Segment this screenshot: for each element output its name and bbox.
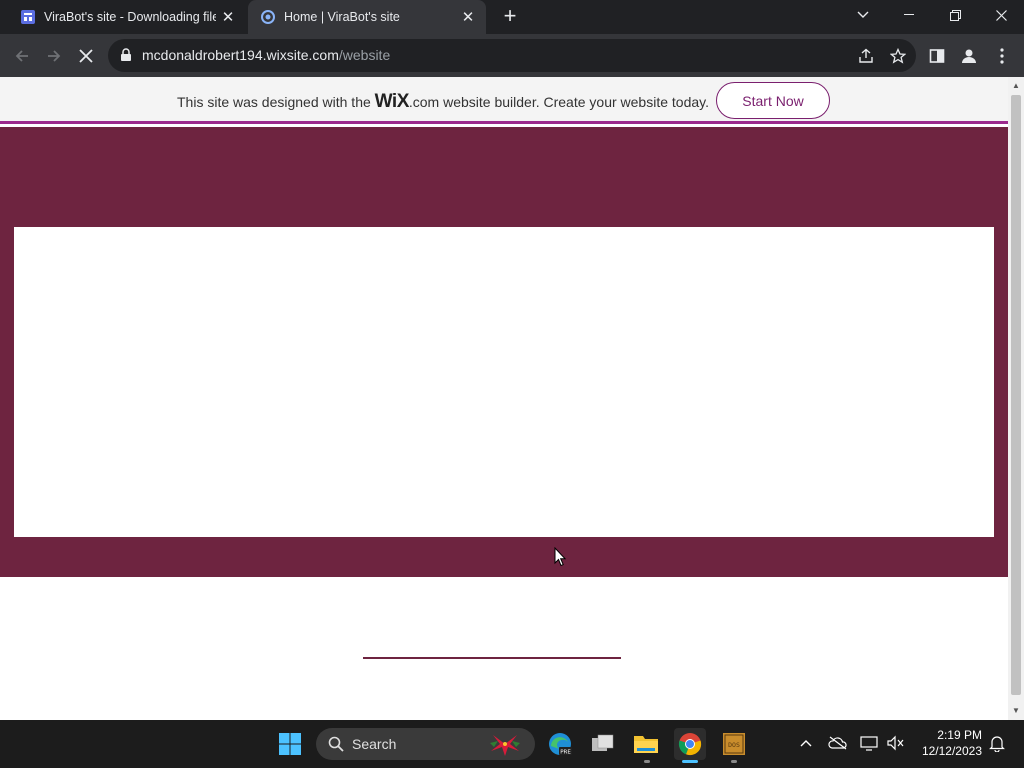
screen: ViraBot's site - Downloading file ✕ Home… — [0, 0, 1024, 768]
close-tab-icon[interactable]: ✕ — [216, 5, 240, 29]
browser-toolbar: mcdonaldrobert194.wixsite.com/website — [0, 34, 1024, 77]
restore-button[interactable] — [932, 0, 978, 30]
page-scrollbar[interactable]: ▲ ▼ — [1008, 77, 1024, 720]
profile-icon[interactable] — [959, 46, 979, 66]
scroll-down-icon[interactable]: ▼ — [1012, 707, 1020, 715]
scrollbar-thumb[interactable] — [1011, 95, 1021, 695]
web-content: This site was designed with the WiX.com … — [0, 77, 1008, 720]
windows-taskbar: Search PRE DOS 2:19 PM 12/12/2023 — [0, 720, 1024, 768]
start-button[interactable] — [274, 728, 306, 760]
task-view-icon[interactable] — [587, 728, 619, 760]
chrome-icon[interactable] — [674, 728, 706, 760]
menu-kebab-icon[interactable] — [992, 46, 1012, 66]
search-label: Search — [352, 736, 397, 752]
dosbox-running-indicator — [731, 760, 737, 763]
mouse-cursor-icon — [554, 546, 567, 572]
address-bar[interactable]: mcdonaldrobert194.wixsite.com/website — [108, 39, 916, 72]
close-window-button[interactable] — [978, 0, 1024, 30]
volume-muted-icon[interactable] — [884, 732, 906, 754]
clock-time: 2:19 PM — [937, 728, 982, 742]
banner-text-end: .com website builder. Create your websit… — [408, 94, 709, 110]
taskbar-search[interactable]: Search — [316, 728, 535, 760]
svg-text:DOS: DOS — [728, 741, 740, 749]
clock-date: 12/12/2023 — [921, 744, 982, 758]
new-tab-button[interactable]: + — [498, 5, 522, 29]
tab-title: Home | ViraBot's site — [284, 10, 400, 24]
show-hidden-icons-chevron-icon[interactable] — [795, 732, 817, 754]
share-icon[interactable] — [857, 47, 875, 65]
section-divider — [363, 657, 621, 659]
tab-home[interactable]: Home | ViraBot's site ✕ — [248, 0, 486, 34]
svg-text:PRE: PRE — [560, 750, 571, 756]
explorer-running-indicator — [644, 760, 650, 763]
system-clock[interactable]: 2:19 PM 12/12/2023 — [914, 727, 982, 759]
lock-icon — [120, 48, 132, 67]
loading-favicon-icon — [260, 9, 276, 25]
stop-loading-button[interactable] — [72, 42, 100, 70]
tab-strip: ViraBot's site - Downloading file ✕ Home… — [0, 0, 1024, 34]
wix-banner: This site was designed with the WiX.com … — [0, 77, 1008, 124]
minimize-button[interactable] — [886, 0, 932, 30]
file-explorer-icon[interactable] — [630, 728, 662, 760]
wix-logo: WiX — [374, 91, 410, 112]
forward-button[interactable] — [40, 42, 68, 70]
start-now-button[interactable]: Start Now — [716, 82, 830, 119]
tab-search-icon[interactable] — [840, 0, 886, 30]
scroll-up-icon[interactable]: ▲ — [1012, 82, 1020, 90]
network-icon[interactable] — [858, 732, 880, 754]
notification-bell-icon[interactable] — [986, 732, 1008, 754]
side-panel-icon[interactable] — [927, 46, 947, 66]
edge-beta-icon[interactable]: PRE — [544, 728, 576, 760]
url-host: mcdonaldrobert194.wixsite.com — [142, 47, 339, 63]
tab-downloading[interactable]: ViraBot's site - Downloading file ✕ — [8, 0, 246, 34]
onedrive-offline-icon[interactable] — [827, 732, 849, 754]
url-text: mcdonaldrobert194.wixsite.com/website — [142, 47, 390, 63]
poinsettia-icon — [488, 731, 522, 762]
site-favicon-icon — [20, 9, 36, 25]
banner-text-start: This site was designed with the — [177, 94, 375, 110]
bookmark-star-icon[interactable] — [889, 47, 907, 65]
chrome-active-indicator — [682, 760, 698, 763]
tab-title: ViraBot's site - Downloading file — [44, 10, 216, 24]
search-icon — [328, 736, 344, 757]
back-button[interactable] — [8, 42, 36, 70]
hero-content-box — [14, 227, 994, 537]
url-path: /website — [338, 47, 391, 63]
close-tab-icon[interactable]: ✕ — [456, 5, 480, 29]
wix-banner-message: This site was designed with the WiX.com … — [177, 91, 709, 113]
dosbox-icon[interactable]: DOS — [718, 728, 750, 760]
hero-section — [0, 127, 1008, 577]
